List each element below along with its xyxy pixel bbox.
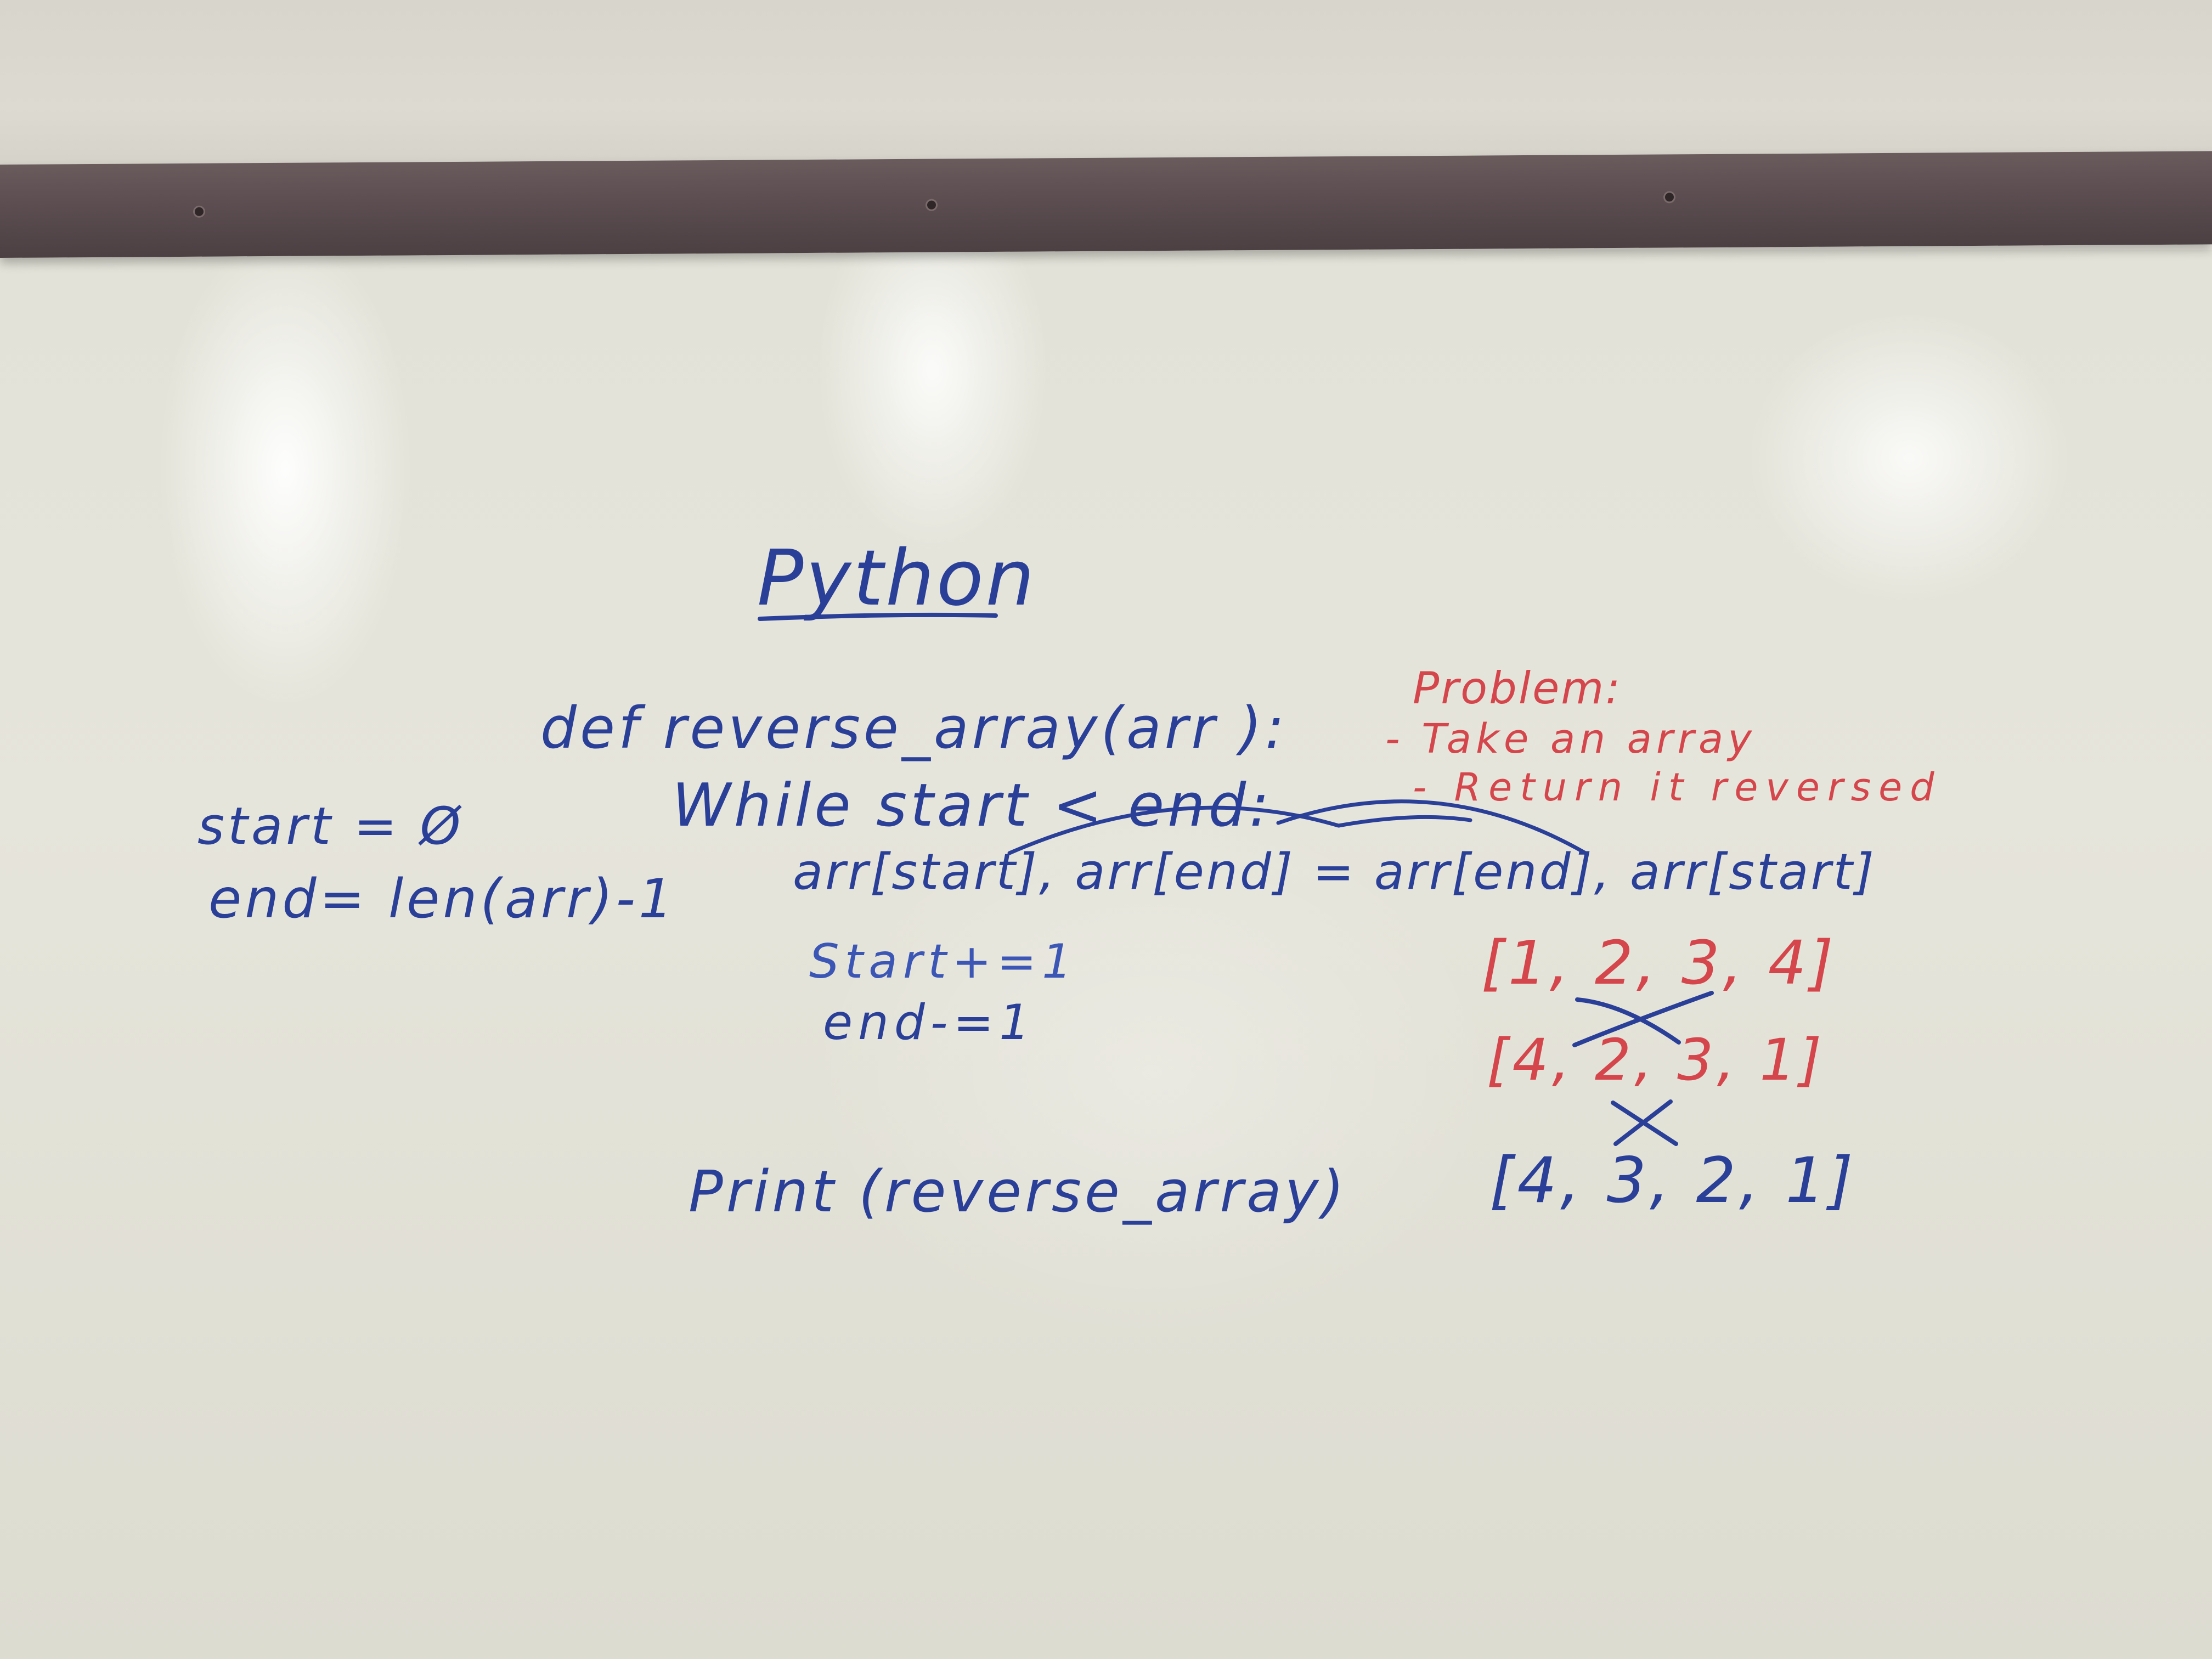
- var-start-line: start = Ø: [198, 797, 464, 856]
- example-row-2: [4, 2, 3, 1]: [1487, 1026, 1825, 1093]
- code-def-line: def reverse_array(arr ):: [540, 695, 1288, 761]
- problem-heading: Problem:: [1413, 663, 1622, 714]
- rail-screw-right: [1665, 193, 1674, 202]
- code-decrement-line: end-=1: [823, 994, 1036, 1051]
- problem-line-2: - Return it reversed: [1413, 765, 1942, 810]
- code-swap-line: arr[start], arr[end] = arr[end], arr[sta…: [793, 843, 1876, 901]
- code-print-line: Print (reverse_array): [689, 1158, 1347, 1225]
- rail-screw-middle: [927, 200, 936, 210]
- example-row-1: [1, 2, 3, 4]: [1481, 928, 1837, 998]
- title-python: Python: [757, 534, 1037, 623]
- code-increment-line: Start+=1: [809, 934, 1077, 989]
- code-while-line: While start < end:: [672, 771, 1273, 840]
- whiteboard-photo: Python def reverse_array(arr ): While st…: [0, 0, 2212, 1659]
- var-end-line: end= len(arr)-1: [208, 868, 676, 930]
- rail-screw-left: [195, 207, 204, 216]
- example-row-3: [4, 3, 2, 1]: [1489, 1144, 1857, 1217]
- whiteboard-surface: [0, 250, 2212, 1659]
- marker-rail: [0, 151, 2212, 258]
- problem-line-1: - Take an array: [1385, 715, 1757, 763]
